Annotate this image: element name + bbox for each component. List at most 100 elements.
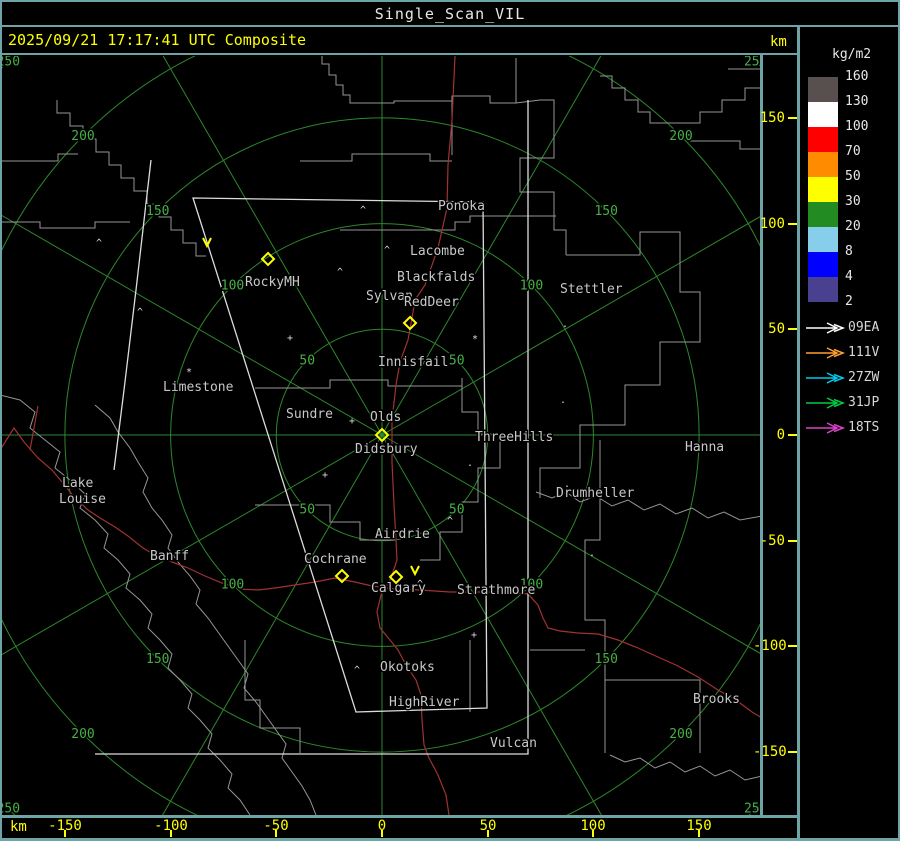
bottom-axis-tick (487, 830, 489, 837)
town-marker: . (467, 458, 473, 469)
highway-line (29, 405, 39, 451)
station-id-label: 31JP (848, 395, 880, 410)
city-label: Didsbury (355, 442, 418, 457)
bottom-axis-tick (64, 830, 66, 837)
town-marker: * (472, 334, 478, 345)
right-axis-tick-label: 100 (759, 216, 785, 232)
ring-distance-label: 150 (146, 204, 169, 219)
right-axis-tick (788, 328, 797, 330)
right-axis-tick-label: 0 (776, 427, 785, 443)
city-label: Stettler (560, 282, 623, 297)
legend-scale-value: 70 (845, 144, 861, 159)
radar-app-window: Single_Scan_VIL 2025/09/21 17:17:41 UTC … (0, 0, 900, 841)
legend-scale-value: 160 (845, 69, 869, 84)
right-axis-tick-label: -150 (753, 744, 787, 760)
station-arrow-icon (806, 422, 846, 434)
city-label: Limestone (163, 380, 234, 395)
bottom-axis-tick (592, 830, 594, 837)
city-label: RockyMH (245, 275, 300, 290)
ring-distance-label: 200 (669, 727, 692, 742)
bottom-axis-tick (381, 830, 383, 837)
town-marker: ^ (354, 665, 360, 676)
town-marker: * (186, 367, 192, 378)
right-axis-tick (788, 434, 797, 436)
window-title: Single_Scan_VIL (374, 4, 526, 23)
ring-distance-label: 200 (669, 129, 692, 144)
county-boundary (690, 140, 760, 150)
county-boundary (605, 679, 701, 753)
right-axis-unit-label: km (770, 34, 787, 50)
bottom-axis-tick (170, 830, 172, 837)
legend-swatch (808, 202, 838, 227)
bottom-axis-tick (275, 830, 277, 837)
ring-distance-label: 250 (2, 802, 20, 815)
county-boundary (321, 56, 517, 104)
azimuth-spoke (381, 434, 760, 654)
county-boundary (56, 100, 206, 257)
city-label: ThreeHills (475, 430, 553, 445)
county-boundary (340, 215, 556, 231)
city-label: Calgary (371, 581, 426, 596)
ring-distance-label: 250 (744, 56, 760, 69)
town-marker: . (560, 395, 566, 406)
town-marker: + (471, 630, 477, 641)
city-label: RedDeer (404, 295, 459, 310)
legend-swatch (808, 102, 838, 127)
ring-distance-label: 100 (221, 577, 244, 592)
ring-distance-label: 50 (299, 353, 315, 368)
legend-swatch (808, 227, 838, 252)
right-axis-tick (788, 223, 797, 225)
azimuth-spoke (162, 434, 383, 815)
county-boundary (244, 640, 301, 753)
city-label: Drumheller (556, 486, 634, 501)
station-id-label: 09EA (848, 320, 880, 335)
right-axis-tick (788, 540, 797, 542)
ring-distance-label: 200 (71, 129, 94, 144)
city-label: Cochrane (304, 552, 367, 567)
scan-timestamp: 2025/09/21 17:17:41 UTC Composite (8, 31, 307, 49)
county-boundary (600, 75, 760, 124)
county-boundary (2, 153, 78, 162)
legend-swatch (808, 127, 838, 152)
city-label: Banff (150, 549, 189, 564)
station-id-label: 111V (848, 345, 880, 360)
legend-scale-value: 8 (845, 244, 853, 259)
bottom-axis-tick (698, 830, 700, 837)
town-marker: ^ (96, 238, 102, 249)
legend-swatch (808, 177, 838, 202)
town-marker: ^ (447, 516, 453, 527)
legend-swatch (808, 77, 838, 102)
ring-distance-label: 100 (221, 279, 244, 294)
city-label: HighRiver (389, 695, 460, 710)
titlebar-separator (0, 25, 900, 27)
station-arrow-icon (806, 372, 846, 384)
city-label: Airdrie (375, 527, 430, 542)
right-axis-tick-label: 50 (768, 321, 785, 337)
ring-distance-label: 150 (146, 652, 169, 667)
legend-scale-value: 100 (845, 119, 869, 134)
ring-distance-label: 100 (520, 279, 543, 294)
town-marker: + (349, 416, 355, 427)
city-label: Sundre (286, 407, 333, 422)
county-boundary (255, 379, 462, 389)
station-arrow-icon (806, 322, 846, 334)
county-boundary (515, 99, 567, 255)
city-label: Ponoka (438, 199, 485, 214)
town-marker: + (322, 470, 328, 481)
city-label: Innisfail (378, 355, 448, 370)
right-axis-tick (788, 117, 797, 119)
ring-distance-label: 150 (594, 204, 617, 219)
county-boundary (609, 754, 760, 781)
city-label: Vulcan (490, 736, 537, 751)
right-axis-tick (788, 751, 797, 753)
station-id-label: 27ZW (848, 370, 880, 385)
storm-vector-icon (410, 565, 420, 577)
legend-swatch (808, 252, 838, 277)
radar-map: 50 5050 50100 100100 100150 150150 150200 20020… (2, 56, 760, 815)
ring-distance-label: 200 (71, 727, 94, 742)
station-arrow-icon (806, 347, 846, 359)
city-label: Louise (59, 492, 106, 507)
legend-scale-value: 2 (845, 294, 853, 309)
legend-swatch (808, 152, 838, 177)
legend-scale-value: 20 (845, 219, 861, 234)
